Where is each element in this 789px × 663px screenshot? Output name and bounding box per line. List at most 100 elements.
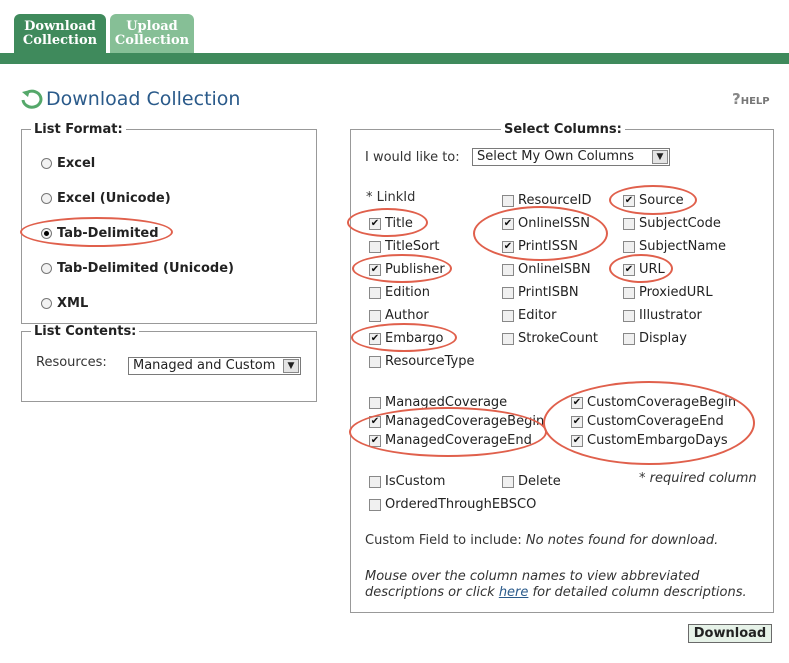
checkbox-subjectcode[interactable] xyxy=(623,217,635,230)
checkbox-printisbn[interactable] xyxy=(502,286,514,299)
checkbox-managedcoveragebegin[interactable]: ✔ xyxy=(369,415,381,428)
checkbox-embargo[interactable]: ✔ xyxy=(369,332,381,345)
checkbox-source[interactable]: ✔ xyxy=(623,194,635,207)
col-resourcetype[interactable]: ResourceType xyxy=(369,354,474,369)
col-orderedthroughebsco[interactable]: OrderedThroughEBSCO xyxy=(369,497,536,512)
col-customcoverageend[interactable]: ✔ CustomCoverageEnd xyxy=(571,414,724,429)
linkid-required: * LinkId xyxy=(366,190,416,205)
mouse-note-before-link: descriptions or click xyxy=(365,585,495,600)
checkbox-managedcoverage[interactable] xyxy=(369,396,381,409)
col-source[interactable]: ✔ Source xyxy=(623,193,684,208)
tab-upload-collection[interactable]: Upload Collection xyxy=(110,14,194,54)
col-delete-label: Delete xyxy=(518,474,561,489)
col-editor[interactable]: Editor xyxy=(502,308,556,323)
checkbox-editor[interactable] xyxy=(502,309,514,322)
checkbox-display[interactable] xyxy=(623,332,635,345)
download-button[interactable]: Download xyxy=(688,624,772,643)
col-subjectname[interactable]: SubjectName xyxy=(623,239,726,254)
col-printissn[interactable]: ✔ PrintISSN xyxy=(502,239,578,254)
col-display[interactable]: Display xyxy=(623,331,687,346)
col-illustrator[interactable]: Illustrator xyxy=(623,308,702,323)
checkbox-managedcoverageend[interactable]: ✔ xyxy=(369,434,381,447)
col-managedcoverageend[interactable]: ✔ ManagedCoverageEnd xyxy=(369,433,532,448)
custom-field-value: No notes found for download. xyxy=(525,533,719,548)
col-source-label: Source xyxy=(639,193,684,208)
select-columns-legend: Select Columns: xyxy=(504,122,622,137)
column-mode-select[interactable]: Select My Own Columns ▼ xyxy=(472,148,670,166)
checkbox-orderedthroughebsco[interactable] xyxy=(369,498,381,511)
col-url[interactable]: ✔ URL xyxy=(623,262,665,277)
resources-select[interactable]: Managed and Custom ▼ xyxy=(128,357,301,375)
col-iscustom[interactable]: IsCustom xyxy=(369,474,445,489)
help-link[interactable]: ?HELP xyxy=(732,90,770,108)
col-embargo[interactable]: ✔ Embargo xyxy=(369,331,443,346)
col-customcoveragebegin[interactable]: ✔ CustomCoverageBegin xyxy=(571,395,736,410)
radio-excel-unicode[interactable]: Excel (Unicode) xyxy=(41,191,171,206)
checkbox-url[interactable]: ✔ xyxy=(623,263,635,276)
col-edition[interactable]: Edition xyxy=(369,285,430,300)
custom-field-label: Custom Field to include: xyxy=(365,533,522,548)
col-onlineisbn[interactable]: OnlineISBN xyxy=(502,262,591,277)
col-strokecount[interactable]: StrokeCount xyxy=(502,331,598,346)
checkbox-onlineisbn[interactable] xyxy=(502,263,514,276)
checkbox-delete[interactable] xyxy=(502,475,514,488)
col-subjectcode[interactable]: SubjectCode xyxy=(623,216,721,231)
checkbox-iscustom[interactable] xyxy=(369,475,381,488)
col-managedcoveragebegin[interactable]: ✔ ManagedCoverageBegin xyxy=(369,414,544,429)
radio-label-xml: XML xyxy=(57,296,89,311)
checkbox-customembargodays[interactable]: ✔ xyxy=(571,434,583,447)
checkbox-edition[interactable] xyxy=(369,286,381,299)
help-icon: ? xyxy=(732,90,741,108)
radio-tab-delimited-unicode[interactable]: Tab-Delimited (Unicode) xyxy=(41,261,234,276)
tab-upload-line2: Collection xyxy=(114,33,190,48)
column-descriptions-link[interactable]: here xyxy=(499,585,529,600)
col-customembargodays-label: CustomEmbargoDays xyxy=(587,433,728,448)
help-label: HELP xyxy=(740,96,770,107)
tab-download-collection[interactable]: Download Collection xyxy=(14,14,106,54)
checkbox-illustrator[interactable] xyxy=(623,309,635,322)
checkbox-resourcetype[interactable] xyxy=(369,355,381,368)
col-onlineissn[interactable]: ✔ OnlineISSN xyxy=(502,216,590,231)
radio-dot-tab-delimited-unicode[interactable] xyxy=(41,263,52,274)
checkbox-title[interactable]: ✔ xyxy=(369,217,381,230)
list-contents-legend: List Contents: xyxy=(34,324,137,339)
col-resourceid[interactable]: ResourceID xyxy=(502,193,591,208)
col-strokecount-label: StrokeCount xyxy=(518,331,599,346)
checkbox-customcoveragebegin[interactable]: ✔ xyxy=(571,396,583,409)
checkbox-resourceid[interactable] xyxy=(502,194,514,207)
checkbox-strokecount[interactable] xyxy=(502,332,514,345)
checkbox-onlineissn[interactable]: ✔ xyxy=(502,217,514,230)
checkbox-author[interactable] xyxy=(369,309,381,322)
col-author[interactable]: Author xyxy=(369,308,429,323)
col-customcoverageend-label: CustomCoverageEnd xyxy=(587,414,724,429)
checkbox-subjectname[interactable] xyxy=(623,240,635,253)
col-managedcoverageend-label: ManagedCoverageEnd xyxy=(385,433,532,448)
col-title[interactable]: ✔ Title xyxy=(369,216,413,231)
radio-dot-tab-delimited[interactable] xyxy=(41,228,52,239)
radio-excel[interactable]: Excel xyxy=(41,156,95,171)
col-author-label: Author xyxy=(385,308,429,323)
radio-xml[interactable]: XML xyxy=(41,296,88,311)
radio-tab-delimited[interactable]: Tab-Delimited xyxy=(41,226,159,241)
col-printisbn[interactable]: PrintISBN xyxy=(502,285,579,300)
checkbox-printissn[interactable]: ✔ xyxy=(502,240,514,253)
resources-label: Resources: xyxy=(36,355,107,370)
col-onlineisbn-label: OnlineISBN xyxy=(518,262,591,277)
chevron-down-icon[interactable]: ▼ xyxy=(283,359,299,373)
radio-dot-excel-unicode[interactable] xyxy=(41,193,52,204)
col-managedcoverage[interactable]: ManagedCoverage xyxy=(369,395,507,410)
checkbox-titlesort[interactable] xyxy=(369,240,381,253)
checkbox-customcoverageend[interactable]: ✔ xyxy=(571,415,583,428)
col-customembargodays[interactable]: ✔ CustomEmbargoDays xyxy=(571,433,728,448)
col-customcoveragebegin-label: CustomCoverageBegin xyxy=(587,395,737,410)
col-titlesort[interactable]: TitleSort xyxy=(369,239,440,254)
mouse-over-note: Mouse over the column names to view abbr… xyxy=(365,569,700,584)
checkbox-proxiedurl[interactable] xyxy=(623,286,635,299)
chevron-down-icon[interactable]: ▼ xyxy=(652,150,668,164)
radio-dot-xml[interactable] xyxy=(41,298,52,309)
col-proxiedurl[interactable]: ProxiedURL xyxy=(623,285,713,300)
radio-dot-excel[interactable] xyxy=(41,158,52,169)
col-publisher[interactable]: ✔ Publisher xyxy=(369,262,445,277)
checkbox-publisher[interactable]: ✔ xyxy=(369,263,381,276)
col-delete[interactable]: Delete xyxy=(502,474,561,489)
